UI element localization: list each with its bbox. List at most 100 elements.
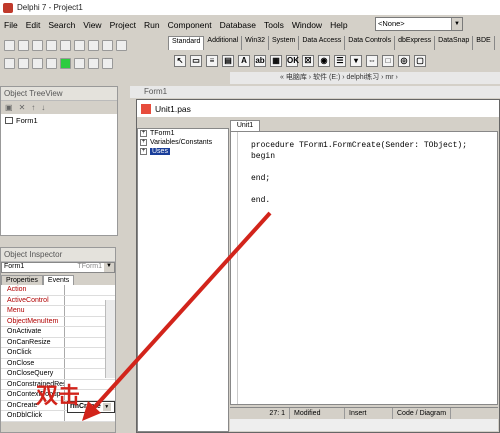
event-row[interactable]: OnCanResize xyxy=(1,337,115,348)
menu-item-edit[interactable]: Edit xyxy=(26,20,41,30)
mainmenu-icon[interactable]: ≡ xyxy=(206,55,218,67)
component-icon[interactable] xyxy=(116,40,127,51)
groupbox-icon[interactable]: □ xyxy=(382,55,394,67)
radiogroup-icon[interactable]: ◎ xyxy=(398,55,410,67)
tab-standard[interactable]: Standard xyxy=(168,36,205,50)
menu-item-help[interactable]: Help xyxy=(330,20,347,30)
menu-item-component[interactable]: Component xyxy=(168,20,212,30)
tab-dbexpress[interactable]: dbExpress xyxy=(395,36,436,50)
chevron-down-icon[interactable]: ▼ xyxy=(104,263,114,272)
code-line: end; xyxy=(251,174,271,183)
event-value[interactable] xyxy=(65,285,115,295)
component-combo[interactable]: <None> ▼ xyxy=(375,17,463,31)
edit-icon[interactable]: ab xyxy=(254,55,266,67)
scrollbar-icon[interactable]: ⇔ xyxy=(366,55,378,67)
save-icon[interactable] xyxy=(32,40,43,51)
object-selector[interactable]: Form1 TForm1 ▼ xyxy=(1,262,115,273)
expand-icon[interactable]: + xyxy=(140,139,147,146)
inspector-title: Object Inspector xyxy=(1,248,115,262)
tab-properties[interactable]: Properties xyxy=(1,275,43,285)
explorer-item[interactable]: + TForm1 xyxy=(138,129,228,138)
double-click-annotation: 双击 xyxy=(36,384,81,409)
explorer-item[interactable]: + Variables/Constants xyxy=(138,138,228,147)
event-row[interactable]: OnDblClick xyxy=(1,411,115,422)
event-row[interactable]: ActiveControl xyxy=(1,295,115,306)
up-arrow-icon[interactable]: ↑ xyxy=(31,103,35,112)
toggle-icon[interactable] xyxy=(32,58,43,69)
tab-bde[interactable]: BDE xyxy=(473,36,495,50)
expand-icon[interactable]: + xyxy=(140,130,147,137)
tab-datasnap[interactable]: DataSnap xyxy=(435,36,474,50)
tab-unit1[interactable]: Unit1 xyxy=(230,120,260,131)
open-icon[interactable] xyxy=(18,40,29,51)
popupmenu-icon[interactable]: ▤ xyxy=(222,55,234,67)
new-item-icon[interactable]: ▣ xyxy=(5,103,13,112)
memo-icon[interactable]: ▦ xyxy=(270,55,282,67)
toolbar-row-1 xyxy=(4,40,127,51)
menu-item-file[interactable]: File xyxy=(4,20,18,30)
event-name: ActiveControl xyxy=(1,295,65,305)
cursor-position: 27: 1 xyxy=(230,408,290,419)
event-row[interactable]: OnActivate xyxy=(1,327,115,338)
frames-icon[interactable]: ▭ xyxy=(190,55,202,67)
menu-item-tools[interactable]: Tools xyxy=(264,20,284,30)
editor-titlebar: Unit1.pas xyxy=(137,100,499,117)
menu-item-run[interactable]: Run xyxy=(144,20,160,30)
pause-icon[interactable] xyxy=(74,58,85,69)
radiobutton-icon[interactable]: ◉ xyxy=(318,55,330,67)
button-icon[interactable]: OK xyxy=(286,55,299,67)
event-row[interactable]: Menu xyxy=(1,306,115,317)
menu-item-window[interactable]: Window xyxy=(292,20,322,30)
view-unit-icon[interactable] xyxy=(4,58,15,69)
event-row[interactable]: Action xyxy=(1,285,115,296)
tab-additional[interactable]: Additional xyxy=(204,36,243,50)
menu-item-view[interactable]: View xyxy=(83,20,101,30)
code-area[interactable]: procedure TForm1.FormCreate(Sender: TObj… xyxy=(230,131,498,405)
chevron-down-icon[interactable]: ▼ xyxy=(102,402,111,411)
run-icon[interactable] xyxy=(60,58,71,69)
event-row[interactable]: OnClick xyxy=(1,348,115,359)
event-row[interactable]: ObjectMenuItem xyxy=(1,316,115,327)
treeview-title: Object TreeView xyxy=(1,87,117,101)
event-row[interactable]: OnClose xyxy=(1,358,115,369)
tab-events[interactable]: Events xyxy=(42,275,75,285)
expand-icon[interactable]: + xyxy=(140,148,147,155)
combobox-icon[interactable]: ▾ xyxy=(350,55,362,67)
new-form-icon[interactable] xyxy=(46,58,57,69)
code-diagram-tab[interactable]: Code / Diagram xyxy=(393,408,452,419)
event-value[interactable] xyxy=(65,411,115,421)
label-icon[interactable]: A xyxy=(238,55,250,67)
menu-item-project[interactable]: Project xyxy=(110,20,136,30)
down-arrow-icon[interactable]: ↓ xyxy=(41,103,45,112)
chevron-down-icon[interactable]: ▼ xyxy=(451,18,462,30)
menu-item-search[interactable]: Search xyxy=(48,20,75,30)
save-all-icon[interactable] xyxy=(46,40,57,51)
tree-item-form1[interactable]: Form1 xyxy=(1,114,117,127)
trace-icon[interactable] xyxy=(88,58,99,69)
gutter-line xyxy=(237,132,238,404)
delete-icon[interactable]: ✕ xyxy=(19,103,26,112)
help-icon[interactable] xyxy=(102,40,113,51)
step-icon[interactable] xyxy=(102,58,113,69)
tab-data-controls[interactable]: Data Controls xyxy=(345,36,396,50)
explorer-item[interactable]: + Uses xyxy=(138,147,228,156)
tab-win32[interactable]: Win32 xyxy=(242,36,270,50)
event-name: OnActivate xyxy=(1,327,65,337)
panel-icon[interactable]: ▢ xyxy=(414,55,426,67)
pointer-icon[interactable]: ↖ xyxy=(174,55,186,67)
add-file-icon[interactable] xyxy=(74,40,85,51)
horizontal-scrollbar[interactable] xyxy=(230,419,498,431)
inspector-scrollbar[interactable] xyxy=(105,300,115,378)
new-icon[interactable] xyxy=(4,40,15,51)
listbox-icon[interactable]: ☰ xyxy=(334,55,346,67)
tab-system[interactable]: System xyxy=(269,36,300,50)
tab-data-access[interactable]: Data Access xyxy=(299,36,346,50)
event-name: OnClose xyxy=(1,358,65,368)
checkbox-icon[interactable]: ☒ xyxy=(302,55,314,67)
open-project-icon[interactable] xyxy=(60,40,71,51)
view-form-icon[interactable] xyxy=(18,58,29,69)
remove-file-icon[interactable] xyxy=(88,40,99,51)
menu-item-database[interactable]: Database xyxy=(220,20,256,30)
